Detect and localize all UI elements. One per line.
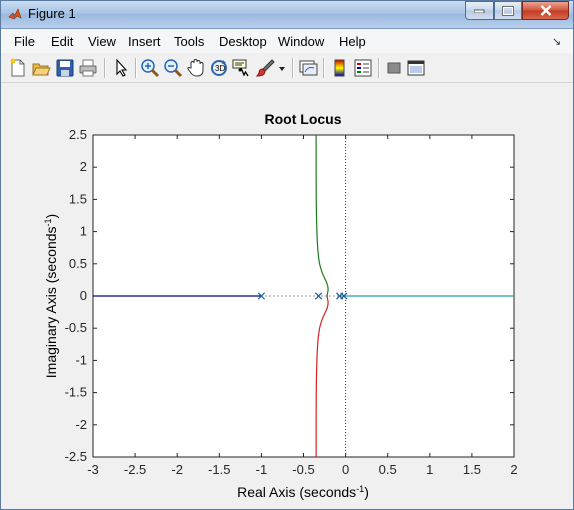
toolbar-separator <box>292 58 294 78</box>
chart-title: Root Locus <box>265 111 342 127</box>
insert-colorbar-icon[interactable] <box>329 57 351 79</box>
x-tick-label: 0.5 <box>379 462 397 477</box>
brush-icon[interactable] <box>255 57 277 79</box>
x-tick-label: 2 <box>510 462 517 477</box>
y-tick-label: 2 <box>80 159 87 174</box>
x-tick-label: 1.5 <box>463 462 481 477</box>
y-tick-label: -0.5 <box>65 320 87 335</box>
y-tick-label: -1 <box>75 352 87 367</box>
rotate-3d-icon[interactable]: 3D <box>208 57 230 79</box>
close-button[interactable] <box>522 1 569 20</box>
toolbar-separator <box>104 58 106 78</box>
insert-legend-icon[interactable] <box>352 57 374 79</box>
close-icon <box>540 5 551 16</box>
window-title: Figure 1 <box>28 6 76 21</box>
x-tick-label: -1.5 <box>208 462 230 477</box>
y-tick-label: 1.5 <box>69 191 87 206</box>
matlab-logo-icon <box>8 8 22 20</box>
title-bar[interactable]: Figure 1 <box>1 1 573 29</box>
menu-help[interactable]: Help <box>339 34 366 49</box>
menu-file[interactable]: File <box>14 34 35 49</box>
data-cursor-icon[interactable] <box>230 57 252 79</box>
y-tick-label: 2.5 <box>69 127 87 142</box>
figure-area: -3 -2.5 -2 -1.5 -1 -0.5 0 0.5 1 1.5 2 2.5 2 1.5 1 0.5 0… <box>9 83 567 505</box>
hide-plot-tools-icon[interactable] <box>383 57 405 79</box>
edit-plot-arrow-icon[interactable] <box>110 57 132 79</box>
menu-insert[interactable]: Insert <box>128 34 161 49</box>
save-icon[interactable] <box>54 57 76 79</box>
y-tick-label: -2.5 <box>65 449 87 464</box>
toolbar-separator <box>378 58 380 78</box>
x-tick-label: -3 <box>87 462 99 477</box>
minimize-icon <box>474 9 485 13</box>
figure-window: Figure 1 File Edit View Insert Tools Des… <box>0 0 574 510</box>
show-plot-tools-icon[interactable] <box>405 57 427 79</box>
menu-bar: File Edit View Insert Tools Desktop Wind… <box>1 29 573 53</box>
x-tick-label: -2.5 <box>124 462 146 477</box>
y-tick-label: 1 <box>80 224 87 239</box>
toolbar-separator <box>323 58 325 78</box>
x-tick-label: -0.5 <box>292 462 314 477</box>
brush-dropdown-icon[interactable] <box>277 57 287 79</box>
toolbar-separator <box>135 58 137 78</box>
figure-toolbar: 3D <box>1 54 573 83</box>
zoom-out-icon[interactable] <box>162 57 184 79</box>
x-axis-label: Real Axis (seconds-1) <box>237 484 369 500</box>
y-tick-label: -2 <box>75 417 87 432</box>
open-file-icon[interactable] <box>30 57 52 79</box>
x-tick-label: -2 <box>171 462 183 477</box>
maximize-button[interactable] <box>494 1 522 20</box>
minimize-button[interactable] <box>465 1 494 20</box>
root-locus-plot[interactable]: -3 -2.5 -2 -1.5 -1 -0.5 0 0.5 1 1.5 2 2.521.510.50… <box>9 83 567 505</box>
menu-tools[interactable]: Tools <box>174 34 204 49</box>
y-tick-label: -1.5 <box>65 385 87 400</box>
y-tick-label: 0 <box>80 288 87 303</box>
print-icon[interactable] <box>77 57 99 79</box>
menu-edit[interactable]: Edit <box>51 34 73 49</box>
svg-text:3D: 3D <box>215 64 225 73</box>
x-tick-label: -1 <box>256 462 268 477</box>
menu-desktop[interactable]: Desktop <box>219 34 267 49</box>
y-axis-label: Imaginary Axis (seconds-1) <box>43 214 59 378</box>
x-tick-label: 0 <box>342 462 349 477</box>
new-figure-icon[interactable] <box>7 57 29 79</box>
dock-arrow-icon[interactable]: ↘ <box>552 35 561 48</box>
x-tick-label: 1 <box>426 462 433 477</box>
menu-view[interactable]: View <box>88 34 116 49</box>
link-plot-icon[interactable] <box>297 57 319 79</box>
zoom-in-icon[interactable] <box>139 57 161 79</box>
pan-hand-icon[interactable] <box>185 57 207 79</box>
menu-window[interactable]: Window <box>278 34 324 49</box>
y-tick-label: 0.5 <box>69 256 87 271</box>
maximize-icon <box>502 5 514 16</box>
